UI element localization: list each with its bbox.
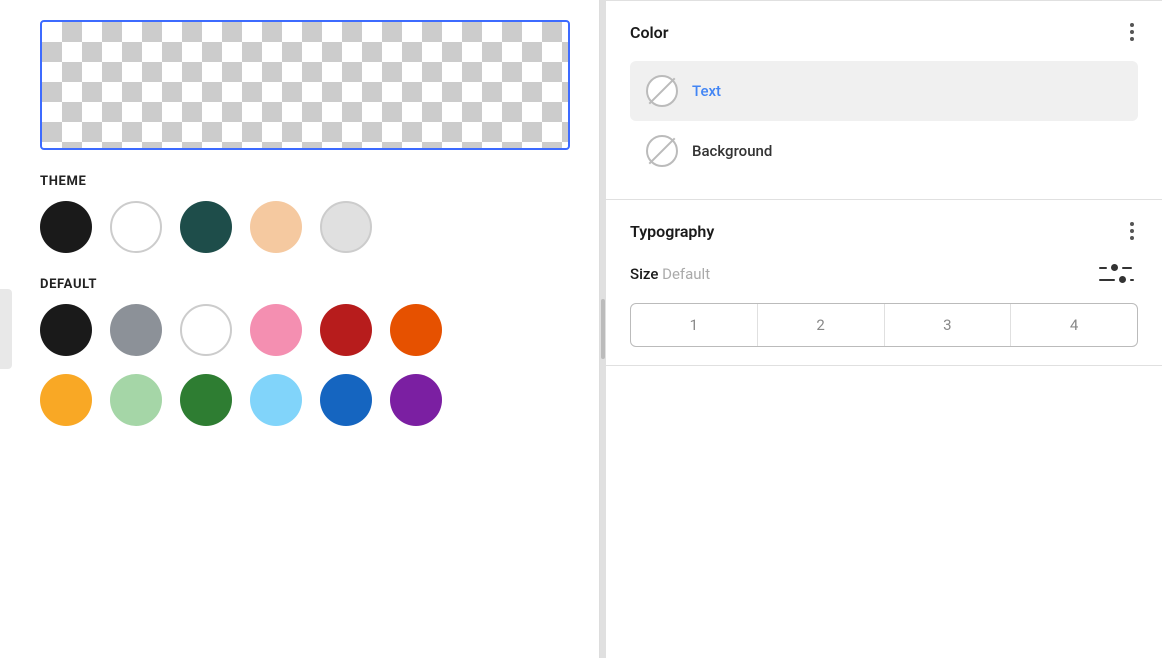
theme-color-white[interactable]: [110, 201, 162, 253]
no-color-icon-text: [646, 75, 678, 107]
default-color-pink[interactable]: [250, 304, 302, 356]
typography-number-row: 1 2 3 4: [630, 303, 1138, 347]
color-item-text[interactable]: Text: [630, 61, 1138, 121]
color-item-background-label: Background: [692, 142, 772, 160]
typography-section-header: Typography: [630, 218, 1138, 244]
size-default-label: Default: [662, 265, 710, 283]
default-color-gray[interactable]: [110, 304, 162, 356]
color-section-title: Color: [630, 23, 668, 42]
default-color-row-2: [40, 374, 569, 426]
default-color-light-blue[interactable]: [250, 374, 302, 426]
typography-section-title: Typography: [630, 222, 714, 241]
slider-line-1: [1099, 264, 1134, 271]
size-label: Size Default: [630, 265, 710, 283]
color-more-button[interactable]: [1126, 19, 1138, 45]
typography-number-3[interactable]: 3: [884, 304, 1011, 346]
default-color-mint[interactable]: [110, 374, 162, 426]
default-section: DEFAULT: [40, 277, 569, 426]
default-color-black[interactable]: [40, 304, 92, 356]
default-color-blue[interactable]: [320, 374, 372, 426]
typography-number-2[interactable]: 2: [757, 304, 884, 346]
default-color-orange[interactable]: [390, 304, 442, 356]
typography-number-1[interactable]: 1: [631, 304, 757, 346]
theme-color-dark-teal[interactable]: [180, 201, 232, 253]
slider-line-2: [1099, 276, 1134, 283]
size-row: Size Default: [630, 260, 1138, 287]
color-item-text-label: Text: [692, 82, 721, 100]
default-color-row-1: [40, 304, 569, 356]
theme-section: THEME: [40, 174, 569, 253]
no-color-icon-background: [646, 135, 678, 167]
default-color-yellow[interactable]: [40, 374, 92, 426]
default-color-white[interactable]: [180, 304, 232, 356]
color-section-header: Color: [630, 19, 1138, 45]
default-color-purple[interactable]: [390, 374, 442, 426]
theme-color-black[interactable]: [40, 201, 92, 253]
theme-color-peach[interactable]: [250, 201, 302, 253]
default-label: DEFAULT: [40, 277, 569, 292]
right-panel: Color Text Background Typography: [606, 0, 1162, 658]
size-adjust-button[interactable]: [1095, 260, 1138, 287]
typography-number-4[interactable]: 4: [1010, 304, 1137, 346]
theme-color-light-gray[interactable]: [320, 201, 372, 253]
left-panel: THEME DEFAULT: [0, 0, 600, 658]
scroll-indicator: [0, 289, 12, 369]
default-color-green[interactable]: [180, 374, 232, 426]
default-color-red[interactable]: [320, 304, 372, 356]
theme-label: THEME: [40, 174, 569, 189]
scrollbar-thumb[interactable]: [601, 299, 605, 359]
color-preview[interactable]: [40, 20, 570, 150]
color-section: Color Text Background: [606, 1, 1162, 200]
color-item-background[interactable]: Background: [630, 121, 1138, 181]
typography-section: Typography Size Default: [606, 200, 1162, 366]
theme-color-row: [40, 201, 569, 253]
typography-more-button[interactable]: [1126, 218, 1138, 244]
